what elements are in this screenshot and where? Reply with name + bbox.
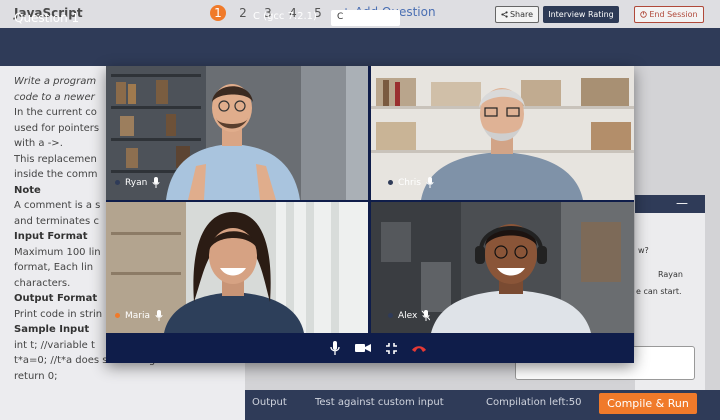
output-tab[interactable]: Output <box>252 397 287 408</box>
participant-name: Maria <box>125 310 150 321</box>
mic-icon[interactable] <box>152 177 160 188</box>
share-icon <box>501 11 508 18</box>
participant-name: Ryan <box>125 177 148 188</box>
participant-name: Chris <box>398 177 421 188</box>
chat-message: w? <box>638 246 649 255</box>
participant-label-maria: Maria <box>115 310 163 321</box>
compiler-label: C (gcc 7.2.1) <box>253 11 317 22</box>
question-header <box>0 28 720 66</box>
status-dot <box>388 313 393 318</box>
compile-run-button[interactable]: Compile & Run <box>599 393 697 414</box>
end-session-button[interactable]: End Session <box>634 6 704 23</box>
participant-label-chris: Chris <box>388 177 434 188</box>
language-select[interactable]: C <box>331 10 400 26</box>
share-button[interactable]: Share <box>495 6 539 23</box>
compilation-counter: Compilation left:50 <box>486 397 582 408</box>
status-dot <box>115 180 120 185</box>
interview-rating-button[interactable]: Interview Rating <box>543 6 619 23</box>
question-2-tab[interactable]: 2 <box>235 5 251 21</box>
share-label: Share <box>509 10 534 19</box>
participant-label-ryan: Ryan <box>115 177 160 188</box>
mic-icon[interactable] <box>326 339 344 357</box>
participant-label-alex: Alex <box>388 310 431 321</box>
status-dot <box>388 180 393 185</box>
camera-icon[interactable] <box>354 339 372 357</box>
mic-icon[interactable] <box>426 177 434 188</box>
video-call-window: Ryan Chris Maria Alex <box>106 66 634 363</box>
question-title: Question 1 <box>14 11 80 25</box>
participant-name: Alex <box>398 310 418 321</box>
mic-off-icon[interactable] <box>422 310 431 321</box>
chat-header <box>635 195 705 213</box>
chat-minimize-button[interactable]: — <box>676 196 688 210</box>
status-dot <box>115 313 120 318</box>
question-1-tab[interactable]: 1 <box>210 5 226 21</box>
end-session-icon <box>640 11 648 18</box>
chat-message: Rayan <box>658 270 683 279</box>
custom-input-tab[interactable]: Test against custom input <box>315 397 444 408</box>
mic-icon[interactable] <box>155 310 163 321</box>
minimize-icon[interactable] <box>382 339 400 357</box>
end-session-label: End Session <box>649 10 698 19</box>
hang-up-icon[interactable] <box>410 339 428 357</box>
chat-message: e can start. <box>636 287 682 296</box>
sample-input-line: return 0; <box>14 370 58 382</box>
